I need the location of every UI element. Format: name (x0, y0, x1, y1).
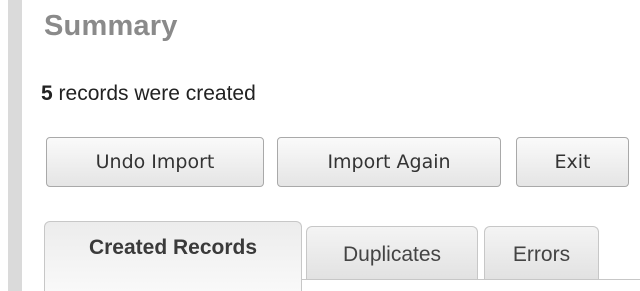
tab-label: Duplicates (342, 243, 442, 266)
tab-label: Created Records (88, 235, 258, 259)
undo-import-button[interactable]: Undo Import (46, 137, 264, 187)
import-status-message: 5 records were created (41, 82, 256, 106)
import-again-button[interactable]: Import Again (277, 137, 501, 187)
tab-duplicates[interactable]: Duplicates (306, 226, 478, 279)
import-summary-panel: Summary 5 records were created Undo Impo… (0, 0, 640, 291)
tab-label: Errors (512, 243, 571, 266)
record-count: 5 (41, 82, 53, 105)
tab-created-records[interactable]: Created Records (44, 221, 302, 291)
status-text: records were created (52, 82, 256, 105)
left-border-rule (8, 0, 22, 291)
exit-button[interactable]: Exit (516, 137, 629, 187)
page-title: Summary (44, 10, 178, 42)
tab-errors[interactable]: Errors (484, 226, 599, 279)
